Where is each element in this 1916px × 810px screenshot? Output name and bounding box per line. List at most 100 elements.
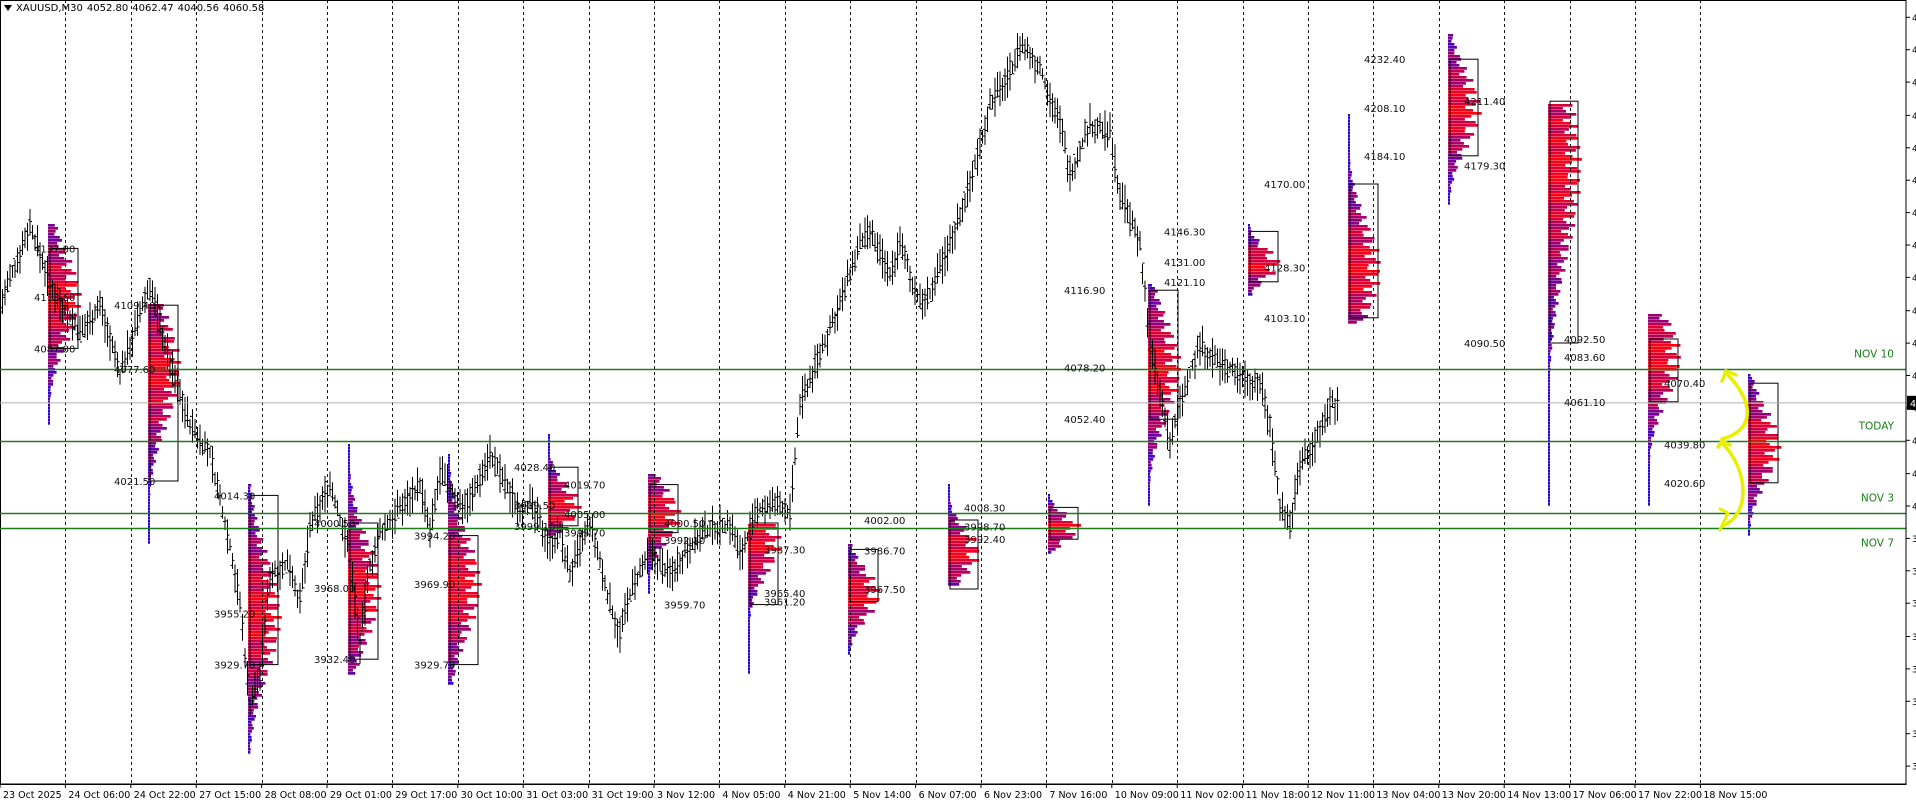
- volume-profile-bar: [348, 456, 350, 459]
- volume-profile-bar: [1348, 156, 1350, 159]
- volume-profile-bar: [148, 529, 150, 532]
- volume-profile-bar: [1148, 293, 1156, 296]
- profile-price-label: 3999.10: [514, 522, 555, 533]
- volume-profile-bar: [1648, 314, 1662, 317]
- volume-profile-bar: [1548, 170, 1581, 173]
- price-tick-label: 3878.95: [1912, 763, 1916, 773]
- volume-profile-bar: [1148, 341, 1166, 344]
- volume-profile-bar: [1348, 180, 1353, 183]
- volume-profile-bar: [248, 628, 281, 631]
- profile-price-label: 4009.50: [514, 501, 555, 512]
- volume-profile-bar: [1648, 461, 1650, 464]
- volume-profile-bar: [248, 727, 254, 730]
- ohlc-close: 4060.58: [223, 3, 265, 14]
- volume-profile-bar: [948, 487, 950, 490]
- price-tick-label: 3992.80: [1912, 535, 1916, 545]
- volume-profile-bar: [148, 376, 167, 379]
- volume-profile-bar: [1648, 320, 1669, 323]
- volume-profile-bar: [1048, 542, 1060, 545]
- volume-profile-bar: [448, 637, 467, 640]
- price-tick-label: 3943.75: [1912, 633, 1916, 643]
- volume-profile-bar: [48, 239, 63, 242]
- volume-profile-bar: [248, 598, 268, 601]
- volume-profile-bar: [1748, 395, 1756, 398]
- volume-profile-bar: [248, 505, 255, 508]
- chart-window[interactable]: XAUUSD,M30 4052.80 4062.47 4040.56 4060.58 N…: [0, 0, 1916, 806]
- volume-profile-bar: [1048, 551, 1052, 554]
- volume-profile-bar: [148, 346, 169, 349]
- volume-profile-bar: [348, 666, 357, 669]
- collapse-triangle-icon[interactable]: [4, 5, 12, 11]
- volume-profile-bar: [448, 496, 455, 499]
- volume-profile-bar: [1648, 335, 1674, 338]
- volume-profile-bar: [48, 398, 50, 401]
- volume-profile-bar: [1148, 386, 1170, 389]
- volume-profile-bar: [1148, 335, 1174, 338]
- volume-profile-bar: [348, 630, 373, 633]
- volume-profile-bar: [1548, 335, 1554, 338]
- volume-profile-bar: [1248, 287, 1254, 290]
- volume-profile-bar: [648, 507, 670, 510]
- profile-price-label: 3932.40: [314, 655, 355, 666]
- volume-profile-bar: [1148, 425, 1162, 428]
- volume-profile-bar: [48, 362, 58, 365]
- volume-profile-bar: [1548, 137, 1579, 140]
- volume-profile-bar: [1548, 398, 1550, 401]
- volume-profile-bar: [1348, 138, 1350, 141]
- profile-price-label: 4021.50: [114, 477, 155, 488]
- profile-price-label: 4109.40: [114, 301, 155, 312]
- volume-profile-bar: [1648, 470, 1650, 473]
- profile-price-label: 4061.10: [1564, 398, 1605, 409]
- volume-profile-bar: [648, 585, 650, 588]
- volume-profile-bar: [1548, 164, 1566, 167]
- profile-price-label: 4020.60: [1664, 479, 1705, 490]
- volume-profile-bar: [948, 493, 950, 496]
- volume-profile-bar: [1548, 326, 1555, 329]
- volume-profile-bar: [1548, 152, 1565, 155]
- time-tick-label: 6 Nov 07:00: [919, 790, 977, 801]
- volume-profile-bar: [1548, 431, 1550, 434]
- volume-profile-bar: [748, 662, 750, 665]
- volume-profile-bar: [1748, 488, 1760, 491]
- volume-profile-bar: [1648, 341, 1671, 344]
- volume-profile-bar: [448, 523, 458, 526]
- volume-profile-bar: [1148, 503, 1150, 506]
- profile-price-label: 3998.70: [964, 523, 1005, 534]
- volume-profile-bar: [148, 499, 150, 502]
- volume-profile-bar: [148, 361, 182, 364]
- volume-profile-bar: [1348, 171, 1353, 174]
- volume-profile-bar: [148, 325, 169, 328]
- volume-profile-bar: [1348, 306, 1371, 309]
- volume-profile-bar: [48, 386, 51, 389]
- volume-profile-bar: [1448, 172, 1453, 175]
- volume-profile-bar: [348, 507, 358, 510]
- volume-profile-bar: [1348, 294, 1377, 297]
- volume-profile-bar: [1548, 299, 1556, 302]
- volume-profile-bar: [348, 669, 353, 672]
- price-tick-label: 4188.10: [1912, 144, 1916, 154]
- volume-profile-bar: [1748, 503, 1757, 506]
- volume-profile-bar: [1448, 199, 1450, 202]
- price-tick-label: 4123.30: [1912, 274, 1916, 284]
- volume-profile-bar: [1548, 437, 1550, 440]
- time-tick-label: 5 Nov 14:00: [853, 790, 911, 801]
- volume-profile-bar: [1448, 184, 1451, 187]
- volume-profile-bar: [248, 745, 250, 748]
- volume-profile-bar: [1548, 428, 1550, 431]
- volume-profile-bar: [148, 451, 158, 454]
- volume-profile-bar: [648, 570, 651, 573]
- volume-profile-bar: [248, 742, 251, 745]
- profile-price-label: 3929.70: [414, 661, 455, 672]
- volume-profile-bar: [1548, 116, 1572, 119]
- volume-profile-bar: [1548, 377, 1550, 380]
- volume-profile-bar: [1648, 356, 1681, 359]
- volume-profile-bar: [248, 532, 256, 535]
- volume-profile-bar: [48, 392, 52, 395]
- volume-profile-bar: [1748, 521, 1751, 524]
- volume-profile-bar: [148, 523, 150, 526]
- volume-profile-bar: [248, 715, 256, 718]
- profile-price-label: 4000.50: [664, 519, 705, 530]
- price-chart[interactable]: NOV 10 TODAY NOV 3 NOV 7 4137.80 4113.60 4087…: [0, 0, 1916, 806]
- volume-profile-bar: [1548, 497, 1550, 500]
- volume-profile-bar: [448, 619, 468, 622]
